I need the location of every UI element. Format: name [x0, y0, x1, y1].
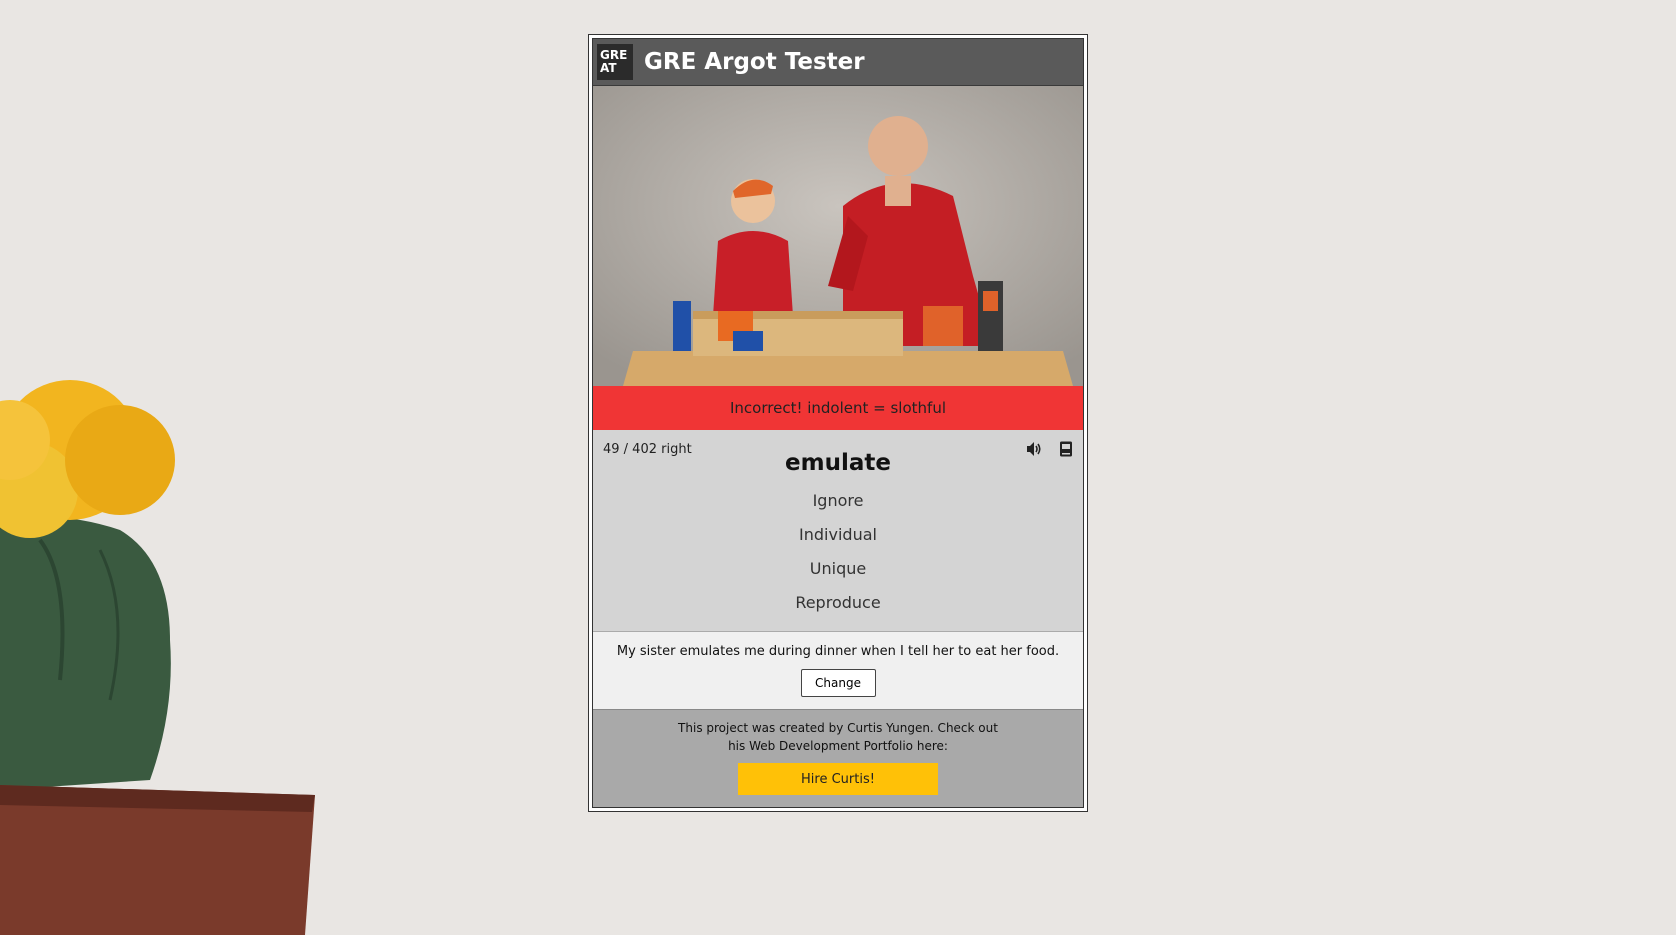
app-header: GRE AT GRE Argot Tester	[593, 39, 1083, 86]
hire-button[interactable]: Hire Curtis!	[738, 763, 938, 795]
answer-option[interactable]: Reproduce	[593, 586, 1083, 620]
logo-line-2: AT	[600, 61, 617, 75]
quiz-panel: 49 / 402 right emulate Ignore Individual…	[593, 430, 1083, 632]
answer-options: Ignore Individual Unique Reproduce	[593, 484, 1083, 620]
answer-option[interactable]: Ignore	[593, 484, 1083, 518]
quiz-tools	[1025, 440, 1075, 458]
example-sentence: My sister emulates me during dinner when…	[616, 644, 1060, 659]
change-sentence-button[interactable]: Change	[800, 669, 876, 697]
credits-text: This project was created by Curtis Yunge…	[678, 721, 998, 753]
quiz-app-card: GRE AT GRE Argot Tester Incorrect! indol…	[588, 34, 1088, 812]
speaker-icon[interactable]	[1025, 440, 1043, 458]
feedback-message: Incorrect! indolent = slothful	[730, 399, 946, 417]
app-logo: GRE AT	[597, 44, 633, 80]
word-illustration-image	[593, 86, 1083, 386]
score-counter: 49 / 402 right	[603, 442, 692, 457]
book-icon[interactable]	[1057, 440, 1075, 458]
cactus-background-image	[0, 380, 315, 935]
answer-option[interactable]: Individual	[593, 518, 1083, 552]
credits-footer: This project was created by Curtis Yunge…	[593, 710, 1083, 807]
answer-feedback-banner: Incorrect! indolent = slothful	[593, 386, 1083, 430]
answer-option[interactable]: Unique	[593, 552, 1083, 586]
app-title: GRE Argot Tester	[644, 49, 865, 75]
example-sentence-panel: My sister emulates me during dinner when…	[593, 632, 1083, 710]
